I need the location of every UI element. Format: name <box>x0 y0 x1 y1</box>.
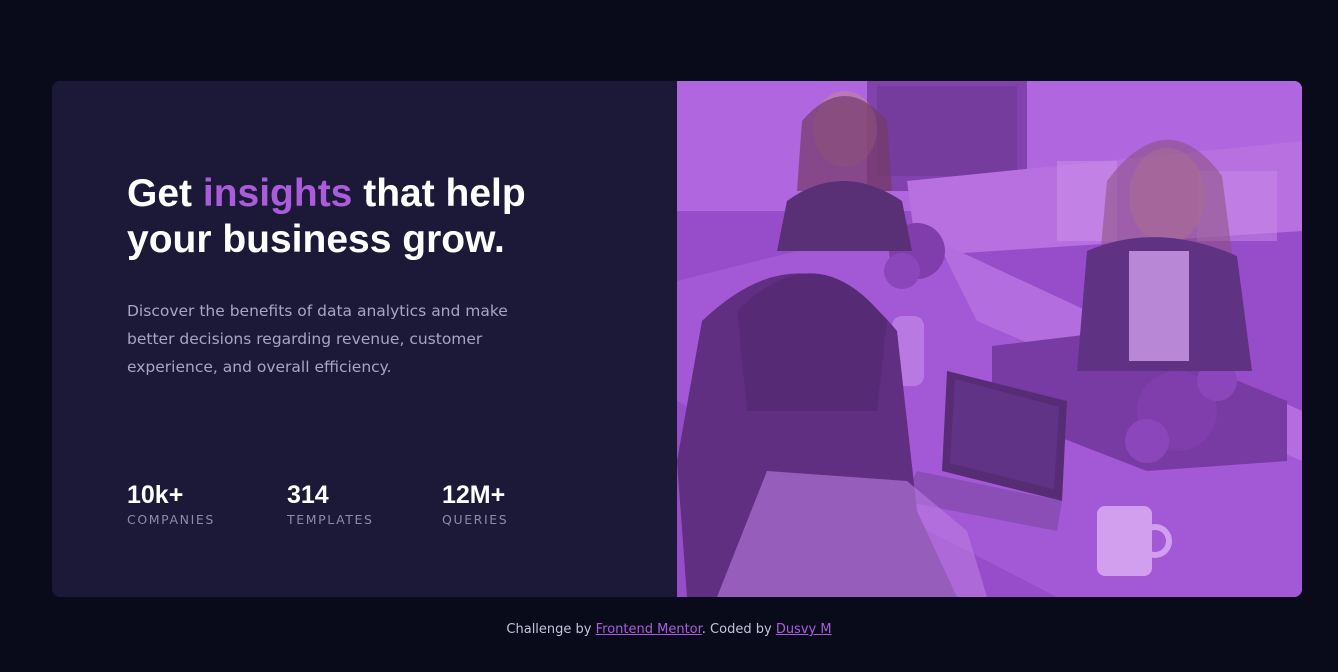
headline-accent: insights <box>202 172 353 215</box>
frontend-mentor-link[interactable]: Frontend Mentor <box>596 622 702 637</box>
office-photo-illustration <box>677 81 1302 597</box>
attribution-prefix: Challenge by <box>506 622 596 637</box>
headline-lead: Get <box>127 172 203 215</box>
stat-label: COMPANIES <box>127 512 215 527</box>
stat-label: TEMPLATES <box>287 512 374 527</box>
stat-value: 10k+ <box>127 481 184 509</box>
stat-value: 314 <box>287 481 329 509</box>
office-photo <box>677 81 1302 597</box>
attribution-middle: . Coded by <box>701 622 776 637</box>
card-content: Get insights that help your business gro… <box>52 81 677 597</box>
stat-value: 12M+ <box>442 481 506 509</box>
description: Discover the benefits of data analytics … <box>127 302 508 376</box>
headline: Get insights that help your business gro… <box>127 171 567 263</box>
attribution: Challenge by Frontend Mentor. Coded by D… <box>0 622 1338 637</box>
stats-preview-card: Get insights that help your business gro… <box>52 81 1302 597</box>
stat-queries: 12M+ QUERIES <box>442 482 508 527</box>
stat-label: QUERIES <box>442 512 509 527</box>
stat-templates: 314 TEMPLATES <box>287 482 374 527</box>
author-link[interactable]: Dusvy M <box>776 622 832 637</box>
stat-companies: 10k+ COMPANIES <box>127 482 215 527</box>
